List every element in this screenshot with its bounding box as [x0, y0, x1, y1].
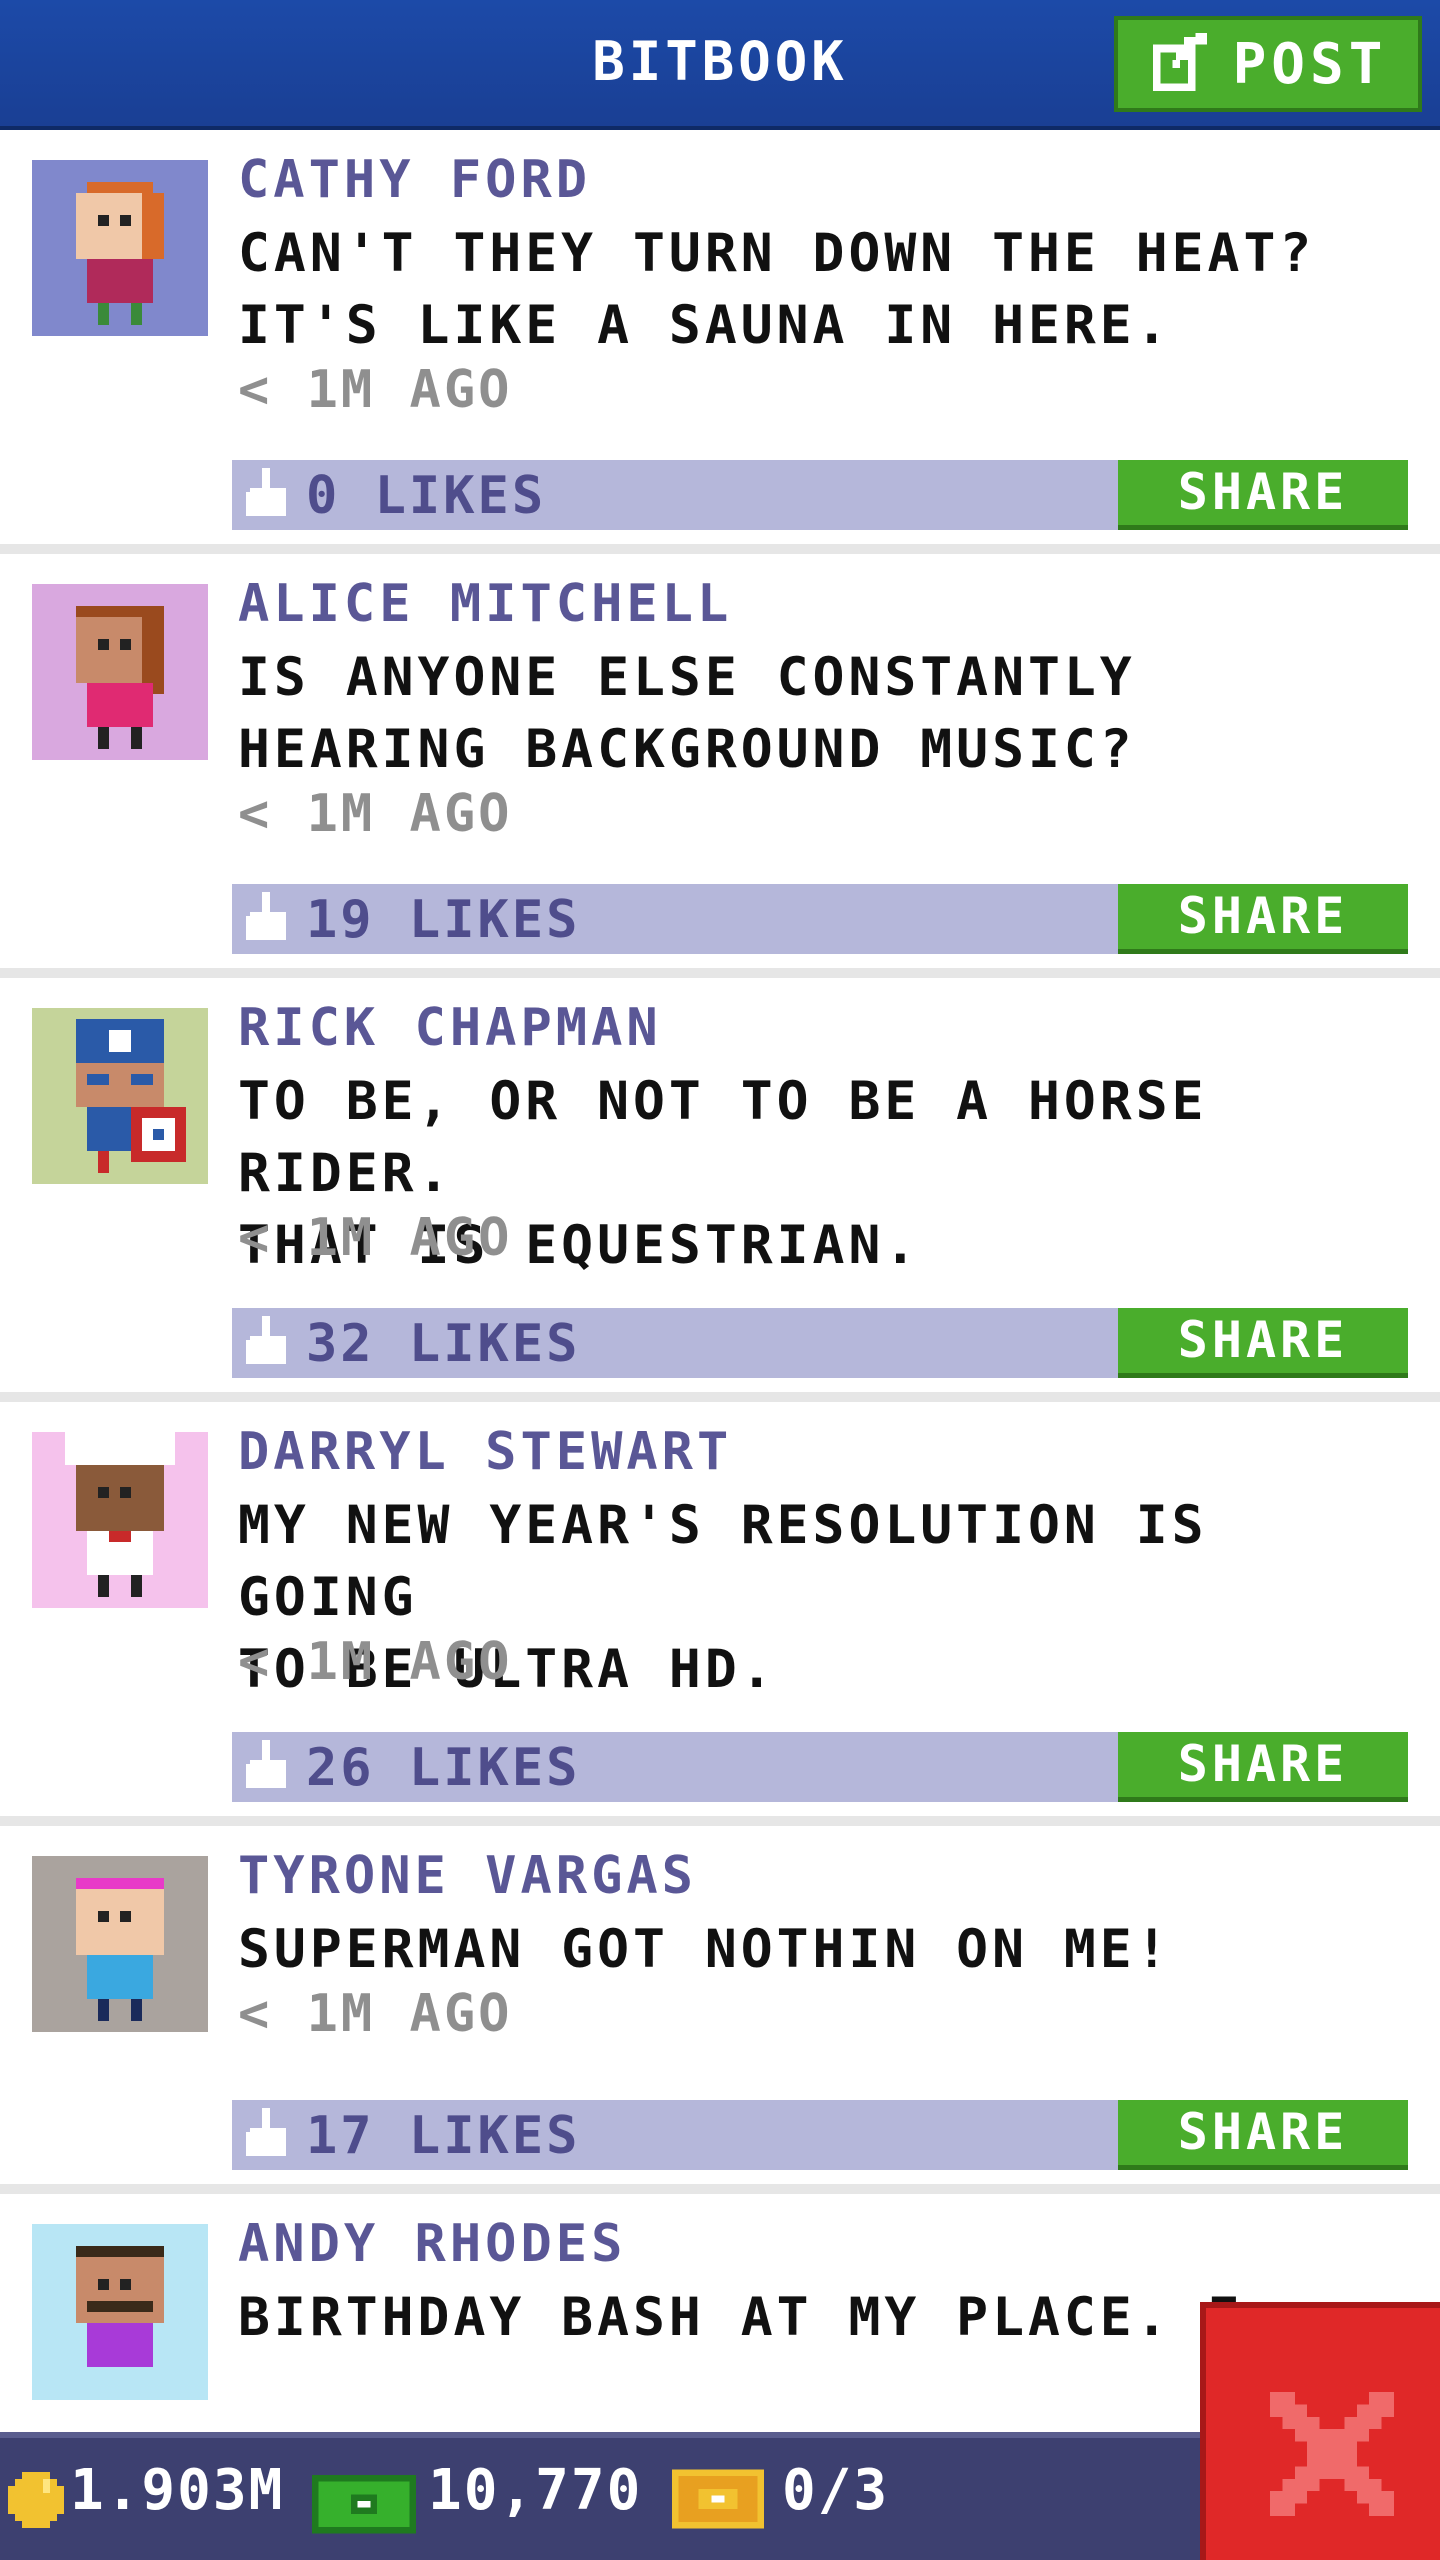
like-bar: 0 LIKES SHARE — [232, 460, 1408, 530]
avatar[interactable] — [32, 1008, 208, 1184]
avatar-image — [32, 1432, 208, 1608]
thumbs-up-icon[interactable] — [246, 892, 290, 944]
post-author[interactable]: CATHY FORD — [238, 150, 591, 210]
feed-post: CATHY FORD CAN'T THEY TURN DOWN THE HEAT… — [0, 130, 1440, 554]
avatar-image — [32, 1856, 208, 2032]
avatar[interactable] — [32, 160, 208, 336]
thumbs-up-icon[interactable] — [246, 1740, 290, 1792]
thumbs-up-icon[interactable] — [246, 1316, 290, 1368]
share-button[interactable]: SHARE — [1118, 1308, 1408, 1378]
post-button[interactable]: POST — [1114, 16, 1422, 112]
post-timestamp: < 1M AGO — [238, 360, 513, 420]
coin-icon — [8, 2472, 64, 2528]
post-message: IS ANYONE ELSE CONSTANTLY HEARING BACKGR… — [238, 642, 1418, 786]
like-bar: 19 LIKES SHARE — [232, 884, 1408, 954]
ticket-count: 0/3 — [782, 2458, 890, 2523]
post-author[interactable]: DARRYL STEWART — [238, 1422, 732, 1482]
feed-post: TYRONE VARGAS SUPERMAN GOT NOTHIN ON ME!… — [0, 1826, 1440, 2194]
post-timestamp: < 1M AGO — [238, 784, 513, 844]
like-count: 19 LIKES — [306, 890, 581, 950]
post-timestamp: < 1M AGO — [238, 1632, 513, 1692]
post-message-line: IT'S LIKE A SAUNA IN HERE. — [238, 295, 1172, 356]
post-button-label: POST — [1232, 31, 1388, 97]
post-message-line: MY NEW YEAR'S RESOLUTION IS GOING — [238, 1495, 1208, 1628]
post-author[interactable]: ALICE MITCHELL — [238, 574, 732, 634]
like-bar: 17 LIKES SHARE — [232, 2100, 1408, 2170]
avatar-image — [32, 1008, 208, 1184]
like-bar: 26 LIKES SHARE — [232, 1732, 1408, 1802]
post-message-line: SUPERMAN GOT NOTHIN ON ME! — [238, 1919, 1172, 1980]
post-message-line: HEARING BACKGROUND MUSIC? — [238, 719, 1136, 780]
share-button[interactable]: SHARE — [1118, 460, 1408, 530]
thumbs-up-icon[interactable] — [246, 468, 290, 520]
avatar[interactable] — [32, 584, 208, 760]
bux-count: 10,770 — [428, 2458, 643, 2523]
post-message-line: TO BE, OR NOT TO BE A HORSE RIDER. — [238, 1071, 1208, 1204]
post-message-line: IS ANYONE ELSE CONSTANTLY — [238, 647, 1136, 708]
ticket-icon — [672, 2469, 764, 2529]
post-message-line: CAN'T THEY TURN DOWN THE HEAT? — [238, 223, 1316, 284]
like-count: 26 LIKES — [306, 1738, 581, 1798]
edit-icon — [1152, 33, 1207, 92]
news-feed: CATHY FORD CAN'T THEY TURN DOWN THE HEAT… — [0, 130, 1440, 2400]
avatar[interactable] — [32, 2224, 208, 2400]
post-timestamp: < 1M AGO — [238, 1208, 513, 1268]
post-message: SUPERMAN GOT NOTHIN ON ME! — [238, 1914, 1418, 1986]
close-button[interactable] — [1200, 2302, 1440, 2560]
avatar[interactable] — [32, 1432, 208, 1608]
post-timestamp: < 1M AGO — [238, 1984, 513, 2044]
feed-post: RICK CHAPMAN TO BE, OR NOT TO BE A HORSE… — [0, 978, 1440, 1402]
app-header: BITBOOK POST — [0, 0, 1440, 130]
avatar-image — [32, 584, 208, 760]
like-count: 32 LIKES — [306, 1314, 581, 1374]
close-icon — [1270, 2392, 1394, 2516]
share-button[interactable]: SHARE — [1118, 884, 1408, 954]
post-author[interactable]: TYRONE VARGAS — [238, 1846, 697, 1906]
post-message: CAN'T THEY TURN DOWN THE HEAT? IT'S LIKE… — [238, 218, 1418, 362]
post-author[interactable]: RICK CHAPMAN — [238, 998, 662, 1058]
like-count: 0 LIKES — [306, 466, 547, 526]
post-author[interactable]: ANDY RHODES — [238, 2214, 626, 2274]
avatar-image — [32, 160, 208, 336]
coin-count: 1.903M — [70, 2458, 285, 2523]
share-button[interactable]: SHARE — [1118, 1732, 1408, 1802]
avatar[interactable] — [32, 1856, 208, 2032]
bux-icon — [312, 2475, 416, 2534]
feed-post: ALICE MITCHELL IS ANYONE ELSE CONSTANTLY… — [0, 554, 1440, 978]
thumbs-up-icon[interactable] — [246, 2108, 290, 2160]
share-button[interactable]: SHARE — [1118, 2100, 1408, 2170]
like-count: 17 LIKES — [306, 2106, 581, 2166]
avatar-image — [32, 2224, 208, 2400]
like-bar: 32 LIKES SHARE — [232, 1308, 1408, 1378]
feed-post: DARRYL STEWART MY NEW YEAR'S RESOLUTION … — [0, 1402, 1440, 1826]
